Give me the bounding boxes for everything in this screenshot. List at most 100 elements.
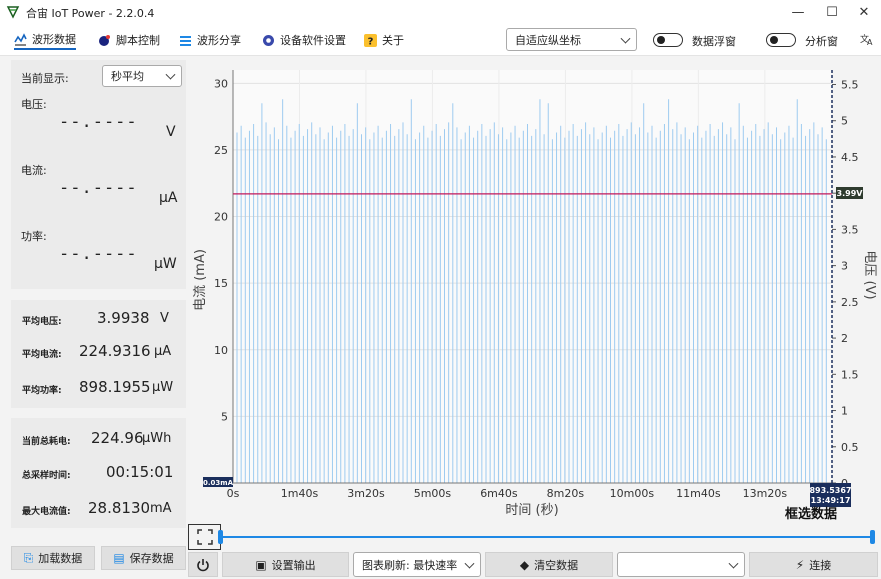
analysis-window-toggle[interactable]: [766, 33, 796, 47]
right-tick-label: 3: [841, 260, 848, 273]
range-slider[interactable]: [218, 528, 878, 546]
x-tick-label: 8m20s: [547, 487, 585, 500]
waveform-icon: [14, 32, 27, 46]
power-unit: μW: [154, 256, 177, 272]
average-panel: 平均电压: 3.9938 V 平均电流: 224.9316 μA 平均功率: 8…: [11, 300, 186, 408]
left-tick-label: 15: [214, 277, 228, 290]
right-tick-label: 5: [841, 115, 848, 128]
refresh-rate-value: 图表刷新: 最快速率: [362, 558, 458, 572]
box-select-overlay: 框选数据: [785, 506, 837, 522]
total-energy-unit: μWh: [142, 431, 172, 446]
x-tick-label: 13m20s: [743, 487, 788, 500]
min-value-text: 0.03mA: [203, 479, 234, 487]
range-handle-right[interactable]: [870, 530, 875, 544]
left-tick-label: 20: [214, 211, 228, 224]
avg-power-label: 平均功率:: [22, 386, 62, 396]
x-tick-label: 11m40s: [676, 487, 721, 500]
current-label: 电流:: [21, 164, 47, 177]
x-tick-label: 5m00s: [414, 487, 452, 500]
tab-share[interactable]: 波形分享: [179, 30, 241, 50]
tab-settings[interactable]: 设备软件设置: [262, 30, 346, 50]
toggle-knob: [657, 36, 665, 44]
chevron-down-icon: [464, 558, 475, 569]
x-tick-label: 10m00s: [610, 487, 655, 500]
window-title: 合宙 IoT Power - 2.2.0.4: [26, 7, 155, 20]
title-bar: 合宙 IoT Power - 2.2.0.4 — ☐ ✕: [0, 0, 881, 24]
power-icon: [197, 558, 209, 571]
range-handle-left[interactable]: [218, 530, 223, 544]
cursor-time-text: 13:49:17: [811, 496, 851, 505]
settings-icon: [263, 34, 274, 46]
settings-output-button[interactable]: ▣ 设置输出: [222, 552, 349, 577]
right-tick-label: 2.5: [841, 296, 859, 309]
tab-about-label: 关于: [382, 34, 404, 47]
voltage-badge-text: 3.99V: [837, 189, 864, 198]
expand-icon: [196, 529, 213, 545]
left-tick-label: 5: [221, 410, 228, 423]
maximize-button[interactable]: ☐: [815, 0, 849, 24]
power-value: --.----: [59, 244, 138, 264]
svg-text:?: ?: [368, 36, 374, 47]
realtime-panel: 当前显示: 秒平均 电压: --.---- V 电流: --.---- μA 功…: [11, 60, 186, 289]
totals-panel: 当前总耗电: 224.96 μWh 总采样时间: 00:15:01 最大电流值:…: [11, 418, 186, 528]
clear-data-button[interactable]: ◆ 清空数据: [485, 552, 613, 577]
plot-area: [233, 70, 832, 483]
tab-script[interactable]: 脚本控制: [98, 30, 160, 50]
connect-button[interactable]: ⚡ 连接: [749, 552, 878, 577]
avg-power-unit: μW: [152, 380, 174, 395]
display-mode-label: 当前显示:: [21, 72, 69, 85]
minimize-button[interactable]: —: [781, 0, 815, 24]
voltage-label: 电压:: [21, 98, 47, 111]
x-tick-label: 1m40s: [281, 487, 319, 500]
tab-waveform-label: 波形数据: [32, 33, 76, 46]
current-unit: μA: [159, 190, 178, 206]
power-button[interactable]: [188, 552, 218, 577]
x-tick-label: 3m20s: [347, 487, 385, 500]
display-mode-select[interactable]: 秒平均: [102, 65, 182, 87]
x-axis-label: 时间 (秒): [505, 503, 558, 518]
svg-text:A: A: [867, 38, 873, 46]
avg-current-unit: μA: [154, 344, 172, 359]
float-window-toggle[interactable]: [653, 33, 683, 47]
chevron-down-icon: [620, 33, 631, 44]
total-energy-label: 当前总耗电:: [22, 437, 71, 447]
left-axis-label: 电流 (mA): [193, 249, 208, 311]
output-icon: ▣: [255, 557, 267, 572]
tab-about[interactable]: ? 关于: [364, 30, 404, 50]
right-tick-label: 4.5: [841, 151, 859, 164]
help-icon: ?: [364, 33, 377, 47]
fullscreen-button[interactable]: [188, 524, 221, 550]
axis-mode-select[interactable]: 自适应纵坐标: [506, 28, 637, 51]
x-tick-label: 6m40s: [480, 487, 518, 500]
right-tick-label: 1.5: [841, 368, 859, 381]
right-tick-label: 5.5: [841, 78, 859, 91]
port-select[interactable]: [617, 552, 745, 577]
load-icon: ⎘: [23, 550, 34, 565]
avg-voltage-label: 平均电压:: [22, 317, 62, 327]
total-energy-value: 224.96: [91, 429, 144, 447]
load-data-button[interactable]: ⎘ 加载数据: [11, 546, 95, 570]
save-data-button[interactable]: ▤ 保存数据: [101, 546, 186, 570]
waveform-chart[interactable]: 302520151050 5.554.543.532.521.510.50 0s…: [188, 58, 881, 526]
x-axis-ticks: 0s 1m40s 3m20s 5m00s 6m40s 8m20s 10m00s 11m40s 1…: [227, 487, 788, 500]
current-value: --.----: [59, 178, 138, 198]
avg-voltage-value: 3.9938: [97, 309, 150, 327]
avg-current-label: 平均电流:: [22, 350, 62, 360]
save-data-label: 保存数据: [129, 552, 174, 565]
max-current-value: 28.8130: [88, 499, 151, 517]
settings-output-label: 设置输出: [271, 558, 316, 572]
refresh-rate-select[interactable]: 图表刷新: 最快速率: [353, 552, 481, 577]
clear-data-label: 清空数据: [534, 558, 579, 572]
close-button[interactable]: ✕: [847, 0, 881, 24]
toolbar: 波形数据 脚本控制 波形分享 设备软件设置 ? 关于 自适应纵坐标 数据浮窗 分…: [0, 24, 881, 56]
max-current-label: 最大电流值:: [22, 507, 71, 517]
cursor-value-text: 893.5367: [809, 486, 851, 495]
toggle-knob: [770, 36, 778, 44]
left-tick-label: 10: [214, 344, 228, 357]
tab-waveform[interactable]: 波形数据: [14, 30, 76, 50]
translate-icon[interactable]: 文A: [860, 32, 874, 46]
float-window-label: 数据浮窗: [692, 35, 736, 48]
sample-time-value: 00:15:01: [106, 463, 174, 481]
chevron-down-icon: [165, 69, 176, 80]
app-window: 合宙 IoT Power - 2.2.0.4 — ☐ ✕ 波形数据 脚本控制 波…: [0, 0, 881, 579]
